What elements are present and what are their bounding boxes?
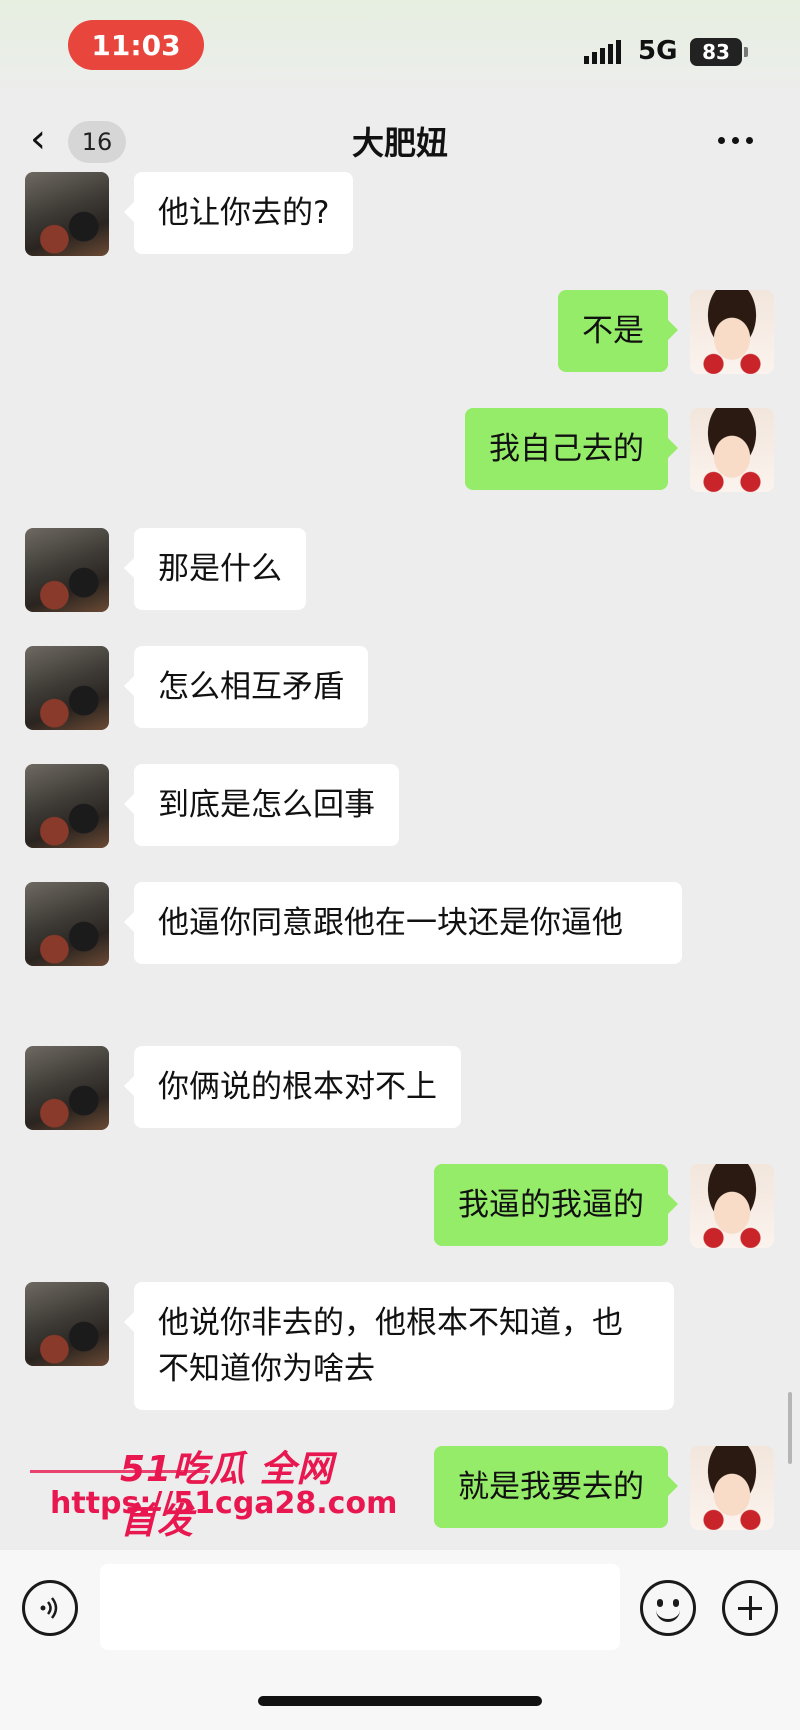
- home-indicator[interactable]: [258, 1696, 542, 1706]
- incoming-message-bubble[interactable]: 他说你非去的，他根本不知道，也不知道你为啥去: [124, 1282, 674, 1410]
- contact-avatar[interactable]: [25, 528, 109, 612]
- more-options-icon[interactable]: [718, 128, 764, 152]
- emoji-eye: [673, 1599, 679, 1607]
- plus-icon[interactable]: [722, 1580, 778, 1636]
- self-avatar[interactable]: [690, 290, 774, 374]
- watermark: 51吃瓜 全网首发 https://51cga28.com: [30, 1440, 397, 1542]
- voice-input-icon[interactable]: [22, 1580, 78, 1636]
- watermark-url: https://51cga28.com: [50, 1486, 398, 1521]
- voice-wave-icon: [40, 1597, 58, 1619]
- incoming-message-bubble[interactable]: 到底是怎么回事: [124, 764, 399, 846]
- outgoing-message-bubble[interactable]: 我自己去的: [465, 408, 678, 490]
- network-type: 5G: [638, 36, 678, 66]
- incoming-message-bubble[interactable]: 他让你去的?: [123, 172, 354, 254]
- outgoing-message-bubble[interactable]: 不是: [558, 290, 678, 372]
- status-time: 11:03: [68, 20, 204, 70]
- outgoing-message-bubble[interactable]: 就是我要去的: [434, 1446, 678, 1528]
- unread-count-badge[interactable]: 16: [68, 121, 126, 163]
- status-bar: 11:03 5G 83: [0, 0, 800, 100]
- contact-avatar[interactable]: [25, 882, 109, 966]
- contact-avatar[interactable]: [25, 646, 109, 730]
- emoji-mouth: [656, 1610, 680, 1622]
- incoming-message-bubble[interactable]: 他逼你同意跟他在一块还是你逼他: [124, 882, 682, 964]
- message-list[interactable]: 他让你去的? 不是 我自己去的 那是什么 怎么相互矛盾 到底是怎么回事 他逼你同…: [0, 172, 800, 1540]
- battery-icon: 83: [690, 38, 748, 66]
- self-avatar[interactable]: [690, 408, 774, 492]
- contact-avatar[interactable]: [25, 1282, 109, 1366]
- contact-avatar[interactable]: [25, 1046, 109, 1130]
- incoming-message-bubble[interactable]: 那是什么: [124, 528, 306, 610]
- incoming-message-bubble[interactable]: 怎么相互矛盾: [124, 646, 368, 728]
- contact-avatar[interactable]: [25, 172, 109, 256]
- self-avatar[interactable]: [690, 1164, 774, 1248]
- message-input[interactable]: [100, 1564, 620, 1650]
- emoji-icon[interactable]: [640, 1580, 696, 1636]
- incoming-message-bubble[interactable]: 你俩说的根本对不上: [124, 1046, 461, 1128]
- outgoing-message-bubble[interactable]: 我逼的我逼的: [434, 1164, 678, 1246]
- chat-title: 大肥妞: [351, 124, 448, 162]
- scrollbar-thumb[interactable]: [788, 1392, 792, 1464]
- emoji-eye: [657, 1599, 663, 1607]
- back-arrow-icon[interactable]: ‹: [30, 119, 60, 160]
- self-avatar[interactable]: [690, 1446, 774, 1530]
- signal-icon: [584, 40, 621, 64]
- chat-header: ‹ 16 大肥妞: [0, 100, 800, 180]
- contact-avatar[interactable]: [25, 764, 109, 848]
